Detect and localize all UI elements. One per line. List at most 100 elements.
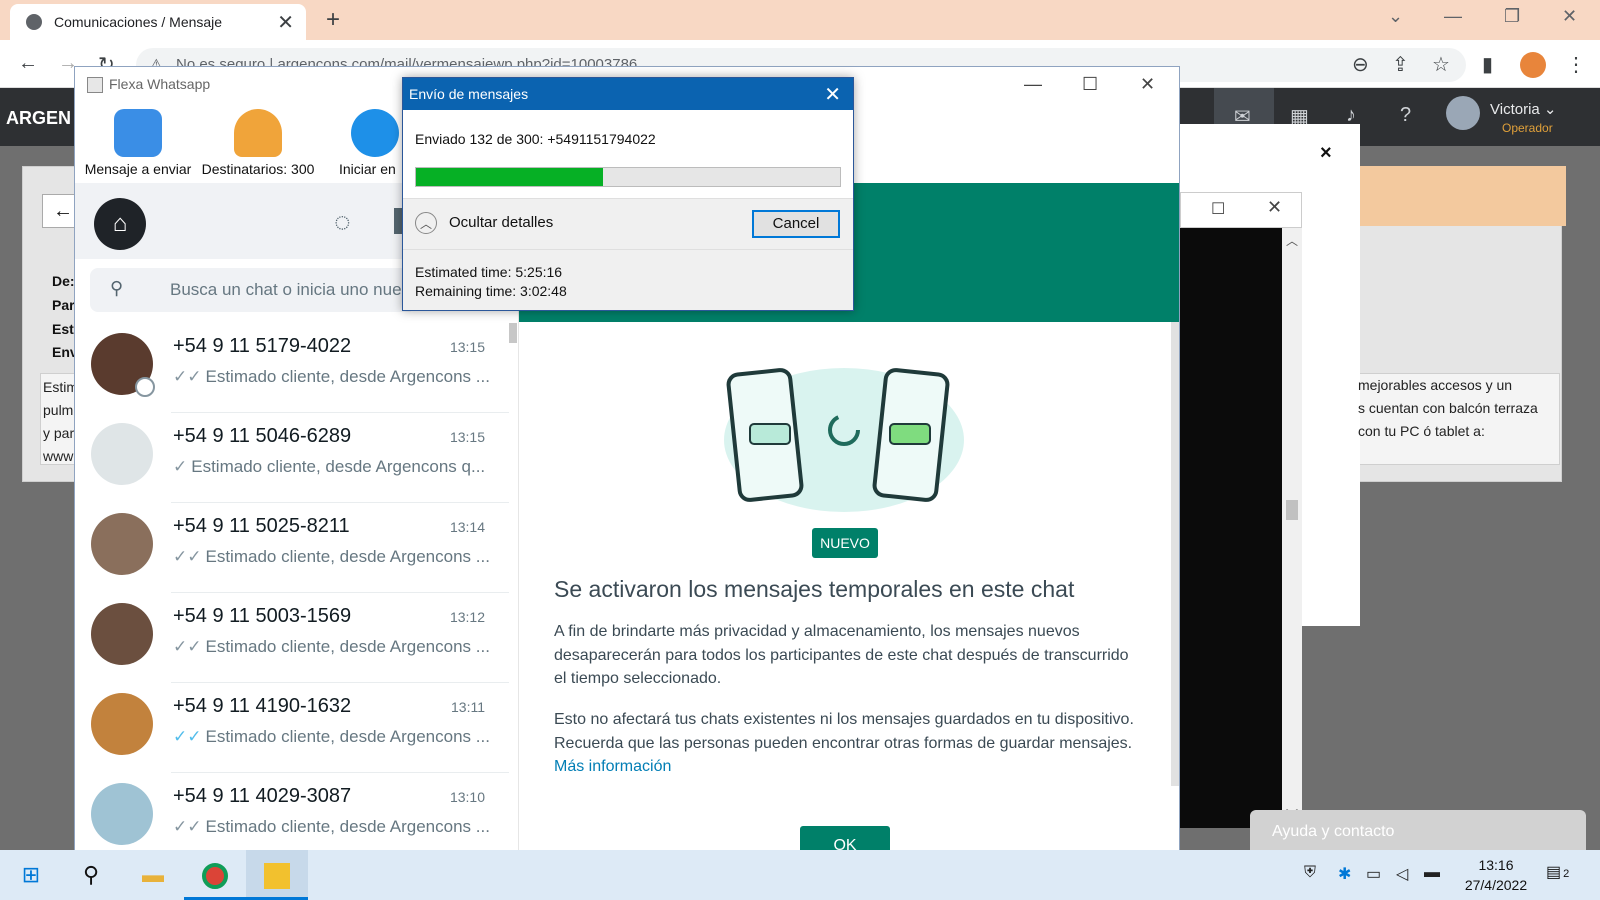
play-icon	[351, 109, 399, 157]
bluetooth-icon[interactable]: ✱	[1338, 864, 1351, 884]
info-paragraph-2: Esto no afectará tus chats existentes ni…	[554, 711, 1134, 775]
contact-name: +54 9 11 5179-4022	[173, 335, 352, 357]
flexa-minimize-button[interactable]: —	[1024, 74, 1042, 95]
maximize-button[interactable]: ❐	[1504, 6, 1520, 27]
contact-avatar	[91, 513, 153, 575]
zoom-icon[interactable]: ⊖	[1352, 52, 1369, 77]
message-time: 13:11	[451, 699, 485, 715]
profile-icon[interactable]	[1520, 52, 1546, 78]
double-check-icon: ✓✓	[173, 817, 202, 836]
console-scrollbar[interactable]: ︿ ﹀	[1282, 228, 1302, 828]
bookmark-star-icon[interactable]: ☆	[1432, 52, 1450, 77]
browser-tab[interactable]: Comunicaciones / Mensaje ✕	[10, 4, 306, 40]
profile-avatar[interactable]: ⌂	[94, 198, 146, 250]
sidepanel-icon[interactable]: ▮	[1482, 52, 1493, 77]
tab-search-icon[interactable]: ⌄	[1388, 6, 1403, 27]
chrome-icon[interactable]	[184, 850, 246, 900]
inner-maximize-icon[interactable]: ☐	[1211, 199, 1225, 219]
info-headline: Se activaron los mensajes temporales en …	[554, 576, 1075, 602]
inner-close-icon[interactable]: ✕	[1267, 197, 1282, 218]
search-taskbar-icon[interactable]: ⚲	[60, 850, 122, 900]
message-preview: ✓✓ Estimado cliente, desde Argencons ...	[173, 547, 490, 566]
user-avatar[interactable]	[1446, 96, 1480, 130]
chat-list-item[interactable]: +54 9 11 4029-3087 13:10 ✓✓ Estimado clie…	[75, 773, 509, 850]
share-icon[interactable]: ⇪	[1392, 52, 1409, 77]
network-icon[interactable]: ▭	[1366, 864, 1381, 884]
globe-icon	[26, 14, 42, 30]
file-explorer-icon[interactable]: ▬	[122, 850, 184, 900]
volume-icon[interactable]: ◁	[1396, 864, 1408, 884]
message-time: 13:14	[449, 519, 485, 535]
tab-close-icon[interactable]: ✕	[277, 10, 294, 35]
close-window-button[interactable]: ✕	[1562, 6, 1577, 27]
modal-header-band	[1360, 166, 1566, 226]
check-icon: ✓	[173, 457, 188, 476]
flexa-close-button[interactable]: ✕	[1140, 74, 1155, 95]
double-check-icon: ✓✓	[173, 547, 202, 566]
message-time: 13:12	[449, 609, 485, 625]
dialog-title: Envío de mensajes	[409, 86, 529, 102]
chat-pane-scrollbar[interactable]	[1171, 322, 1179, 786]
user-name[interactable]: Victoria ⌄	[1490, 100, 1556, 118]
info-paragraph-1: A fin de brindarte más privacidad y alma…	[554, 623, 1129, 687]
cancel-button[interactable]: Cancel	[752, 210, 840, 238]
start-button[interactable]: Iniciar en	[333, 109, 407, 177]
search-icon: ⚲	[110, 278, 124, 298]
more-info-link[interactable]: Más información	[554, 758, 671, 775]
message-preview: ✓✓ Estimado cliente, desde Argencons ...	[173, 727, 490, 746]
status-icon[interactable]: ◌	[334, 206, 351, 238]
ok-button-clip: OK	[800, 826, 890, 850]
ribbon-label: Iniciar en	[339, 161, 396, 177]
chat-search[interactable]: ⚲ Busca un chat o inicia uno nue	[90, 268, 416, 312]
system-clock[interactable]: 13:16 27/4/2022	[1456, 855, 1536, 895]
flexa-taskbar-icon[interactable]	[246, 850, 308, 900]
menu-icon[interactable]: ⋮	[1566, 52, 1586, 77]
notifications-icon[interactable]: ▤ 2	[1546, 862, 1569, 882]
contact-avatar	[91, 693, 153, 755]
new-badge: NUEVO	[812, 528, 878, 558]
flexa-maximize-button[interactable]: ☐	[1082, 74, 1098, 95]
flexa-title: Flexa Whatsapp	[109, 76, 211, 92]
search-placeholder: Busca un chat o inicia uno nue	[170, 280, 402, 299]
to-label: Par	[52, 297, 75, 313]
chat-list-item[interactable]: +54 9 11 5046-6289 13:15 ✓ Estimado clien…	[75, 413, 509, 503]
contact-name: +54 9 11 4029-3087	[173, 785, 352, 807]
clock-date: 27/4/2022	[1464, 877, 1528, 893]
chat-list-item[interactable]: +54 9 11 5179-4022 13:15 ✓✓ Estimado clie…	[75, 323, 509, 413]
chat-list-scrollbar[interactable]	[509, 323, 517, 343]
contact-name: +54 9 11 4190-1632	[173, 695, 352, 717]
message-preview: ✓✓ Estimado cliente, desde Argencons ...	[173, 637, 490, 656]
status-label: Est	[52, 321, 74, 337]
new-tab-button[interactable]: +	[326, 6, 340, 34]
hide-details-toggle[interactable]: Ocultar detalles	[449, 214, 553, 231]
double-check-icon: ✓✓	[173, 367, 202, 386]
message-time: 13:10	[449, 789, 485, 805]
message-time: 13:15	[449, 429, 485, 445]
recipients-button[interactable]: Destinatarios: 300	[199, 109, 317, 177]
ok-button[interactable]: OK	[800, 826, 890, 850]
message-to-send-button[interactable]: Mensaje a enviar	[81, 109, 195, 177]
message-body-right: mejorables accesos y un s cuentan con ba…	[1358, 377, 1538, 439]
contact-name: +54 9 11 5003-1569	[173, 605, 352, 627]
console-panel	[1180, 228, 1282, 828]
contact-avatar	[91, 603, 153, 665]
modal-close-icon[interactable]: ×	[1320, 142, 1332, 165]
chat-list-item[interactable]: +54 9 11 5003-1569 13:12 ✓✓ Estimado clie…	[75, 593, 509, 683]
help-icon[interactable]: ?	[1400, 104, 1411, 127]
chat-list-item[interactable]: +54 9 11 4190-1632 13:11 ✓✓ Estimado clie…	[75, 683, 509, 773]
chevron-up-icon[interactable]: ︿	[415, 212, 437, 234]
battery-icon[interactable]: ▬	[1424, 864, 1440, 882]
app-icon	[87, 77, 103, 93]
temporary-messages-icon	[135, 377, 155, 397]
back-icon[interactable]: ←	[18, 52, 38, 75]
chat-list-item[interactable]: +54 9 11 5025-8211 13:14 ✓✓ Estimado clie…	[75, 503, 509, 593]
dialog-close-icon[interactable]: ✕	[824, 82, 841, 107]
disappearing-messages-illustration	[724, 368, 964, 512]
scroll-thumb[interactable]	[1286, 500, 1298, 520]
help-contact-label: Ayuda y contacto	[1272, 823, 1395, 840]
start-icon[interactable]: ⊞	[0, 850, 62, 900]
contact-name: +54 9 11 5025-8211	[173, 515, 350, 537]
security-icon[interactable]: ⛨	[1304, 864, 1316, 882]
minimize-button[interactable]: —	[1444, 6, 1462, 27]
contact-avatar	[91, 423, 153, 485]
